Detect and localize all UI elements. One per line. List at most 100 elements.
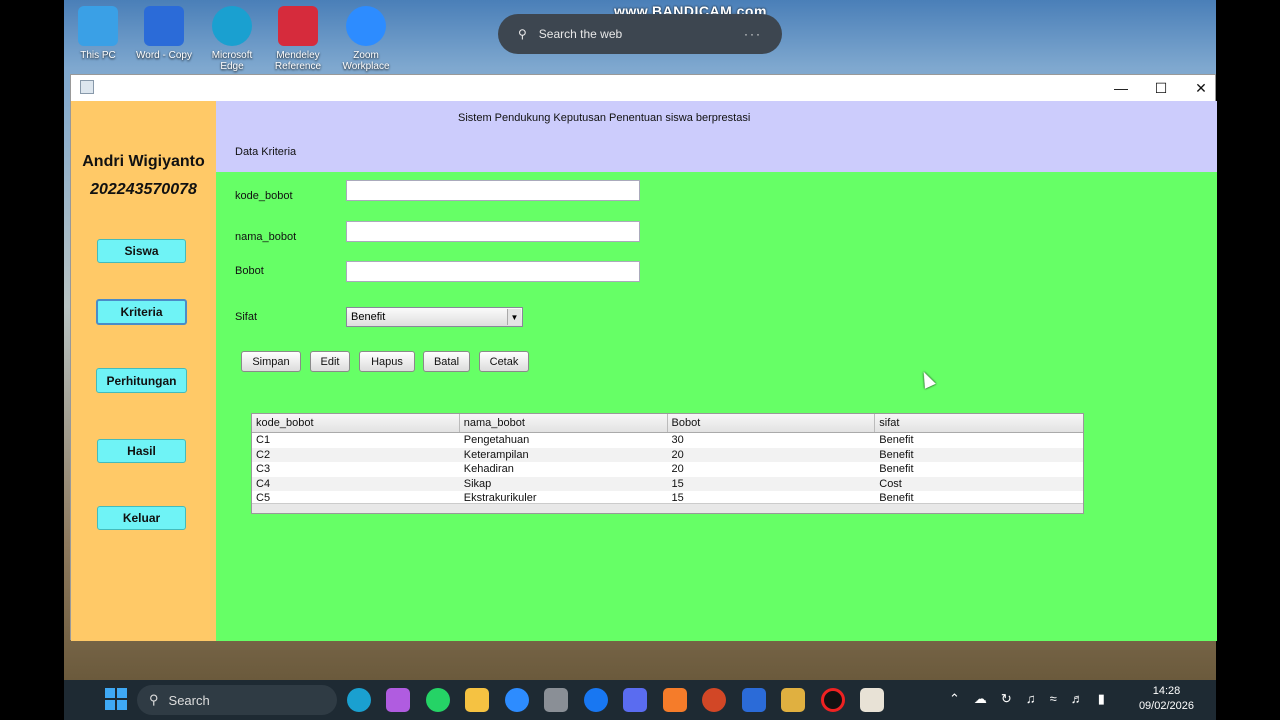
sidebar: Andri Wigiyanto 202243570078 Siswa Krite… [71,101,216,641]
table-cell: Benefit [879,448,914,461]
chevron-down-icon[interactable]: ▼ [507,309,521,325]
column-header[interactable]: sifat [875,414,1083,432]
close-button[interactable]: ✕ [1181,75,1221,101]
table-cell: 20 [671,448,684,461]
cetak-button[interactable]: Cetak [479,351,529,372]
minimize-button[interactable]: — [1101,75,1141,101]
table-cell: Pengetahuan [463,434,530,446]
java-app-icon [80,80,94,94]
desktop-icon-edge[interactable]: Microsoft Edge [200,6,264,72]
volume-icon[interactable]: ♬ [1071,691,1084,707]
facebook-icon[interactable] [584,688,608,712]
table-cell: Keterampilan [463,448,529,461]
table-row[interactable]: C4 Sikap 15 Cost [252,476,1083,491]
xampp-icon[interactable] [663,688,687,712]
edge-icon[interactable] [347,688,371,712]
title-bar[interactable]: — ☐ ✕ [71,75,1215,101]
table-cell: Kehadiran [463,463,514,475]
kode-bobot-input[interactable] [346,180,640,201]
batal-button[interactable]: Batal [423,351,470,372]
table-cell: Benefit [879,463,914,475]
clock[interactable]: 14:28 09/02/2026 [1139,684,1194,714]
table-row[interactable]: C3 Kehadiran 20 Benefit [252,462,1083,477]
wifi-icon[interactable]: ≈ [1050,691,1057,707]
powerpoint-icon[interactable] [702,688,726,712]
desktop-icon-label: Zoom Workplace [342,50,390,72]
edit-button[interactable]: Edit [310,351,350,372]
nav-keluar-button[interactable]: Keluar [97,506,186,530]
table-cell: Sikap [463,477,492,490]
file-explorer-icon[interactable] [465,688,489,712]
search-icon: ⚲ [149,692,159,707]
windows-start-icon[interactable] [105,688,127,710]
clock-time: 14:28 [1152,685,1181,697]
desktop-icon-word[interactable]: Word - Copy [132,6,196,61]
table-scrollbar[interactable] [252,503,1083,513]
whatsapp-icon[interactable] [426,688,450,712]
desktop-icon-this-pc[interactable]: This PC [66,6,130,61]
nav-kriteria-button[interactable]: Kriteria [96,299,187,325]
java-app-icon[interactable] [860,688,884,712]
mendeley-icon [278,6,318,46]
table-cell: Cost [879,477,902,490]
sifat-select[interactable]: Benefit ▼ [346,307,523,327]
bobot-input[interactable] [346,261,640,282]
table-cell: 20 [671,463,684,475]
bandicam-record-icon[interactable] [821,688,845,712]
simpan-button[interactable]: Simpan [241,351,301,372]
zoom-icon[interactable] [505,688,529,712]
table-cell: C4 [256,477,271,490]
cloud-icon[interactable]: ☁ [974,691,987,707]
word-icon[interactable] [742,688,766,712]
desktop-icon-label: Word - Copy [136,50,192,61]
web-search-box[interactable]: ⚲ Search the web ··· [498,14,782,54]
nav-perhitungan-button[interactable]: Perhitungan [96,368,187,393]
table-row[interactable]: C1 Pengetahuan 30 Benefit [252,433,1083,448]
bing-icon[interactable] [623,688,647,712]
maximize-button[interactable]: ☐ [1141,75,1181,101]
taskbar-search[interactable]: ⚲ Search [137,685,337,715]
table-cell: 15 [671,477,684,490]
web-search-placeholder: Search the web [538,27,623,41]
table-cell: Benefit [879,434,914,446]
app-title: Sistem Pendukung Keputusan Penentuan sis… [458,112,751,124]
section-title: Data Kriteria [235,146,297,158]
desktop-icon-mendeley[interactable]: Mendeley Reference [266,6,330,72]
copilot-icon[interactable] [386,688,410,712]
hapus-button[interactable]: Hapus [359,351,415,372]
desktop-icon-label: This PC [80,50,116,61]
table-cell: 30 [671,434,684,446]
camera-icon[interactable] [544,688,568,712]
sync-icon[interactable]: ↻ [1001,691,1012,707]
sifat-selected-value: Benefit [351,311,386,323]
microphone-icon[interactable]: ♫ [1026,691,1036,707]
table-cell: C2 [256,448,271,461]
table-cell: C1 [256,434,271,446]
kode-bobot-label: kode_bobot [235,190,293,202]
column-header[interactable]: Bobot [668,414,876,432]
column-header[interactable]: nama_bobot [460,414,668,432]
taskbar: ⚲ Search ⌃ ☁ ↻ ♫ ≈ ♬ ▮ 14:28 09/02/2026 [64,680,1216,720]
table-body: C1 Pengetahuan 30 Benefit C2 Keterampila… [252,433,1083,506]
desktop-icon-label: Microsoft Edge [211,50,253,72]
column-header[interactable]: kode_bobot [252,414,460,432]
desktop-icon-label: Mendeley Reference [274,50,322,72]
table-header: kode_bobot nama_bobot Bobot sifat [252,414,1083,433]
nama-bobot-input[interactable] [346,221,640,242]
chevron-up-icon[interactable]: ⌃ [949,691,960,707]
desktop-icon-zoom[interactable]: Zoom Workplace [334,6,398,72]
header: Sistem Pendukung Keputusan Penentuan sis… [216,101,1217,172]
nav-siswa-button[interactable]: Siswa [97,239,186,263]
search-icon: ⚲ [518,27,527,41]
more-icon[interactable]: ··· [744,27,762,41]
table-row[interactable]: C2 Keterampilan 20 Benefit [252,447,1083,462]
netbeans-icon[interactable] [781,688,805,712]
user-name: Andri Wigiyanto [82,153,205,170]
nav-hasil-button[interactable]: Hasil [97,439,186,463]
edge-icon [212,6,252,46]
battery-icon[interactable]: ▮ [1098,691,1105,707]
kriteria-table[interactable]: kode_bobot nama_bobot Bobot sifat C1 Pen… [251,413,1084,514]
user-nim: 202243570078 [90,181,197,198]
clock-date: 09/02/2026 [1138,700,1194,712]
zoom-icon [346,6,386,46]
